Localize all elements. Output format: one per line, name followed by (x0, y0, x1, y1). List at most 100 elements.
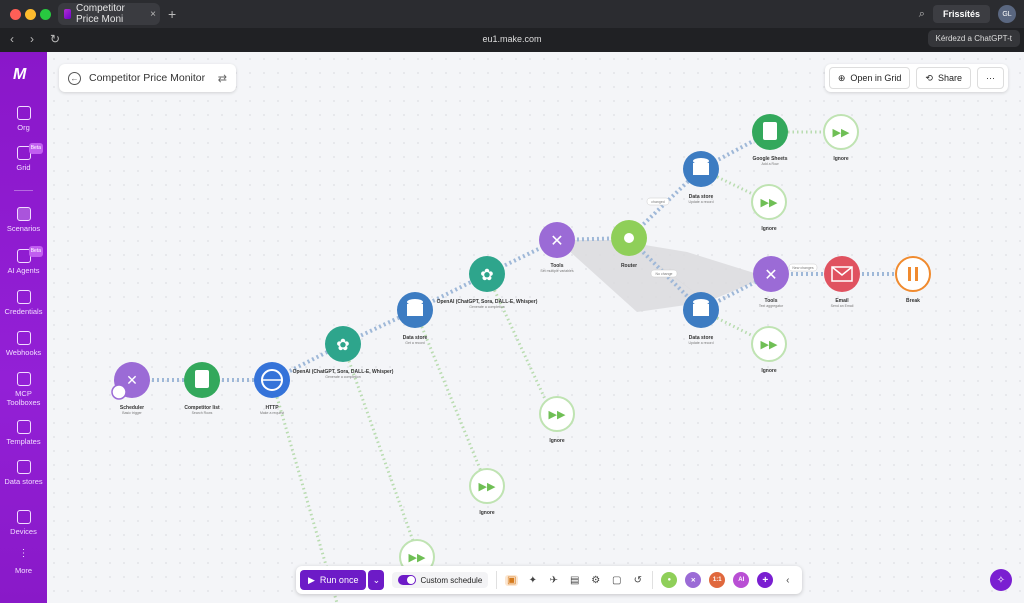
sidebar-item-grid[interactable]: Beta Grid (0, 143, 47, 172)
beta-badge: Beta (28, 246, 43, 257)
ask-chatgpt-button[interactable]: Kérdezd a ChatGPT-t (927, 30, 1020, 47)
svg-text:Make a request: Make a request (260, 411, 284, 415)
url-text[interactable]: eu1.make.com (0, 34, 1024, 44)
svg-text:▶▶: ▶▶ (833, 126, 850, 139)
module-openai-1[interactable]: ✿ OpenAI (ChatGPT, Sora, DALL-E, Whisper… (293, 326, 394, 379)
swap-icon[interactable]: ⇄ (218, 72, 227, 85)
module-tools-aggregator[interactable]: ✕ Tools Text aggregator (753, 256, 789, 308)
page-title[interactable]: Competitor Price Monitor (89, 72, 205, 84)
scheduling-icon[interactable]: ▣ (505, 574, 519, 586)
pause-icon (908, 267, 911, 281)
ignore-label: Ignore (761, 226, 776, 232)
svg-text:Generate a completion: Generate a completion (325, 375, 360, 379)
open-in-grid-button[interactable]: ⊕ Open in Grid (828, 67, 911, 89)
grid-target-icon: ⊕ (837, 72, 846, 83)
ignore-label: Ignore (761, 368, 776, 374)
module-break[interactable]: Break (895, 256, 931, 304)
make-logo-icon (64, 9, 71, 19)
sidebar-item-ai-agents[interactable]: Beta AI Agents (0, 246, 47, 275)
connectors (132, 130, 911, 382)
scenario-title-card: ← Competitor Price Monitor ⇄ (59, 64, 236, 92)
sidebar-item-label: MCP Toolboxes (6, 389, 41, 407)
run-once-label: Run once (319, 575, 359, 585)
router-icon (624, 233, 634, 243)
svg-text:Text aggregator: Text aggregator (759, 304, 784, 308)
search-icon[interactable]: ⌕ (919, 8, 925, 21)
sidebar-item-webhooks[interactable]: Webhooks (0, 331, 47, 357)
svg-text:▶▶: ▶▶ (479, 480, 496, 493)
sidebar-item-credentials[interactable]: Credentials (0, 290, 47, 316)
scenario-canvas[interactable]: ▶▶ ▶▶ ▶▶ ▶▶ ▶▶ ▶▶ Ignore Ignore Ignore I… (47, 52, 1024, 603)
share-button[interactable]: ⟲ Share (916, 67, 971, 89)
history-icon[interactable]: ↺ (631, 575, 644, 586)
tab-title: Competitor Price Moni (75, 3, 125, 25)
custom-schedule-toggle[interactable]: Custom schedule (392, 572, 489, 588)
sidebar-item-data-stores[interactable]: Data stores (0, 460, 47, 486)
svg-text:Update a record: Update a record (688, 200, 713, 204)
browser-titlebar: Competitor Price Moni × + ⌕ Frissítés GL (0, 0, 1024, 28)
svg-text:Set multiple variables: Set multiple variables (540, 269, 574, 273)
svg-text:Send an Email: Send an Email (831, 304, 854, 308)
ignore-label: Ignore (549, 438, 564, 444)
tab-close-icon[interactable]: × (150, 9, 156, 20)
sidebar-item-org[interactable]: Org (0, 106, 47, 132)
svg-text:▶▶: ▶▶ (549, 408, 566, 421)
module-openai-2[interactable]: ✿ OpenAI (ChatGPT, Sora, DALL-E, Whisper… (437, 256, 538, 309)
sidebar-item-label: AI Agents (7, 266, 40, 275)
airplane-icon[interactable]: ✈ (547, 575, 560, 586)
lightbulb-icon[interactable]: ✧ (990, 569, 1012, 591)
svg-text:Get a record: Get a record (405, 341, 425, 345)
refresh-button[interactable]: Frissítés (932, 5, 990, 23)
divider (496, 571, 498, 589)
add-module-button[interactable]: + (757, 572, 774, 588)
minimize-window-button[interactable] (25, 9, 36, 20)
module-http[interactable]: HTTP Make a request (254, 362, 290, 415)
sidebar-item-more[interactable]: ⋮ More (0, 548, 47, 576)
sidebar-item-mcp-toolboxes[interactable]: MCP Toolboxes (0, 372, 47, 407)
layout-icon[interactable]: ▤ (568, 575, 581, 586)
avatar[interactable]: GL (998, 5, 1016, 23)
ignore-label: Ignore (479, 510, 494, 516)
svg-text:▶▶: ▶▶ (761, 338, 778, 351)
svg-text:▶▶: ▶▶ (409, 551, 426, 564)
bottom-toolbar: ▶ Run once ⌄ Custom schedule ▣ ✦ ✈ ▤ ⚙ ▢ … (296, 566, 803, 594)
ai-chip[interactable]: AI (733, 572, 750, 588)
share-icon: ⟲ (925, 72, 933, 83)
router-chip-icon[interactable]: ● (661, 572, 678, 588)
settings-icon[interactable]: ⚙ (589, 575, 602, 586)
module-competitor-list[interactable]: Competitor list Search Rows (184, 362, 220, 415)
route-label-changed: changed (651, 200, 664, 204)
module-google-sheets[interactable]: Google Sheets Add a Row (752, 114, 788, 166)
sidebar-item-templates[interactable]: Templates (0, 420, 47, 446)
make-logo[interactable]: M (13, 66, 26, 84)
toggle-switch[interactable] (398, 575, 417, 585)
module-email[interactable]: Email Send an Email (824, 256, 860, 308)
back-arrow-icon[interactable]: ← (68, 71, 81, 85)
svg-text:Add a Row: Add a Row (761, 162, 779, 166)
text-chip[interactable]: 1:1 (709, 572, 726, 588)
module-scheduler[interactable]: ✕ Scheduler Basic trigger (111, 362, 150, 415)
more-icon: ⋮ (18, 548, 29, 559)
svg-text:Basic trigger: Basic trigger (122, 411, 142, 415)
more-options-button[interactable]: ··· (977, 67, 1004, 89)
magic-wand-icon[interactable]: ✦ (526, 575, 539, 586)
close-window-button[interactable] (10, 9, 21, 20)
tools-chip-icon[interactable]: ✕ (685, 572, 702, 588)
run-once-button[interactable]: ▶ Run once (300, 570, 367, 590)
maximize-window-button[interactable] (40, 9, 51, 20)
route-label-no-change: No change (656, 272, 673, 276)
new-tab-button[interactable]: + (168, 6, 176, 22)
browser-tab[interactable]: Competitor Price Moni × (58, 3, 160, 25)
module-datastore-update-2[interactable]: Data store Update a record (683, 292, 719, 345)
sidebar-item-scenarios[interactable]: Scenarios (0, 207, 47, 233)
module-tools-set-variables[interactable]: ✕ Tools Set multiple variables (539, 222, 575, 273)
module-datastore-update-1[interactable]: Data store Update a record (683, 151, 719, 204)
run-options-button[interactable]: ⌄ (368, 570, 385, 590)
sidebar-item-devices[interactable]: Devices (0, 510, 47, 536)
datastore-icon (16, 460, 31, 474)
collapse-icon[interactable]: ‹ (781, 575, 794, 586)
sidebar-item-label: Grid (16, 163, 31, 172)
tools-icon: ✕ (550, 231, 563, 250)
module-datastore-get[interactable]: Data store Get a record (397, 292, 433, 345)
notes-icon[interactable]: ▢ (610, 575, 623, 586)
